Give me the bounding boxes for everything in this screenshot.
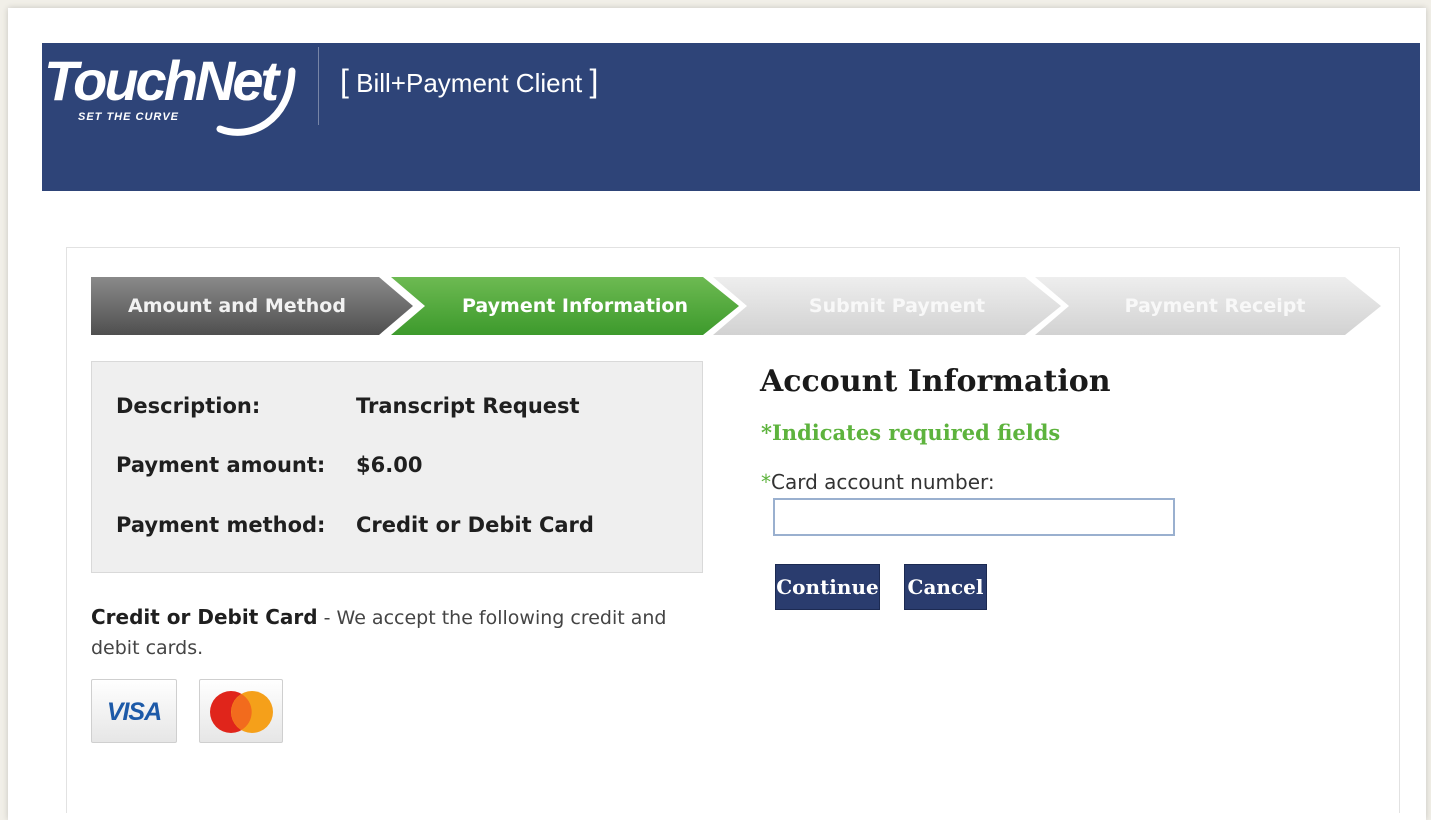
step-payment-information: Payment Information bbox=[391, 277, 739, 335]
payment-method-value: Credit or Debit Card bbox=[356, 513, 594, 537]
step-amount-and-method: Amount and Method bbox=[91, 277, 413, 335]
mastercard-logo-icon bbox=[199, 679, 283, 743]
card-note-separator: - bbox=[317, 607, 337, 629]
logo-text: TouchNet bbox=[44, 49, 279, 112]
bracket-open: [ bbox=[340, 63, 349, 99]
description-value: Transcript Request bbox=[356, 394, 580, 418]
visa-logo-icon: VISA bbox=[91, 679, 177, 743]
card-note-title: Credit or Debit Card bbox=[91, 605, 318, 629]
card-number-input[interactable] bbox=[773, 498, 1175, 536]
description-label: Description: bbox=[116, 394, 261, 418]
banner-divider bbox=[318, 47, 319, 125]
product-title: [ Bill+Payment Client ] bbox=[340, 63, 598, 100]
step-payment-receipt: Payment Receipt bbox=[1035, 277, 1381, 335]
step-submit-payment: Submit Payment bbox=[713, 277, 1061, 335]
visa-logo-text: VISA bbox=[106, 698, 162, 726]
logo-tagline: SET THE CURVE bbox=[78, 111, 180, 123]
touchnet-logo: TouchNet SET THE CURVE bbox=[42, 47, 312, 147]
payment-summary: Description: Transcript Request Payment a… bbox=[91, 361, 703, 573]
summary-row-amount: Payment amount: $6.00 bbox=[116, 453, 422, 477]
payment-amount-label: Payment amount: bbox=[116, 453, 326, 477]
payment-panel: Amount and Method Payment Information Su… bbox=[66, 247, 1400, 813]
required-fields-note: *Indicates required fields bbox=[761, 420, 1061, 445]
mastercard-circles-icon bbox=[210, 691, 273, 733]
cancel-button[interactable]: Cancel bbox=[904, 564, 987, 610]
summary-row-description: Description: Transcript Request bbox=[116, 394, 580, 418]
bracket-close: ] bbox=[589, 63, 599, 99]
payment-amount-value: $6.00 bbox=[356, 453, 423, 477]
progress-steps: Amount and Method Payment Information Su… bbox=[91, 277, 1381, 335]
card-number-label-text: Card account number: bbox=[771, 470, 995, 494]
header-banner: TouchNet SET THE CURVE [ Bill+Payment Cl… bbox=[42, 43, 1420, 191]
required-marker: * bbox=[761, 470, 771, 494]
product-title-text: Bill+Payment Client bbox=[356, 68, 583, 98]
continue-button[interactable]: Continue bbox=[775, 564, 880, 610]
summary-row-method: Payment method: Credit or Debit Card bbox=[116, 513, 594, 537]
account-information-title: Account Information bbox=[760, 364, 1111, 399]
card-number-label: *Card account number: bbox=[761, 470, 995, 494]
card-note: Credit or Debit Card - We accept the fol… bbox=[91, 602, 711, 663]
page: TouchNet SET THE CURVE [ Bill+Payment Cl… bbox=[8, 8, 1426, 820]
payment-method-label: Payment method: bbox=[116, 513, 326, 537]
